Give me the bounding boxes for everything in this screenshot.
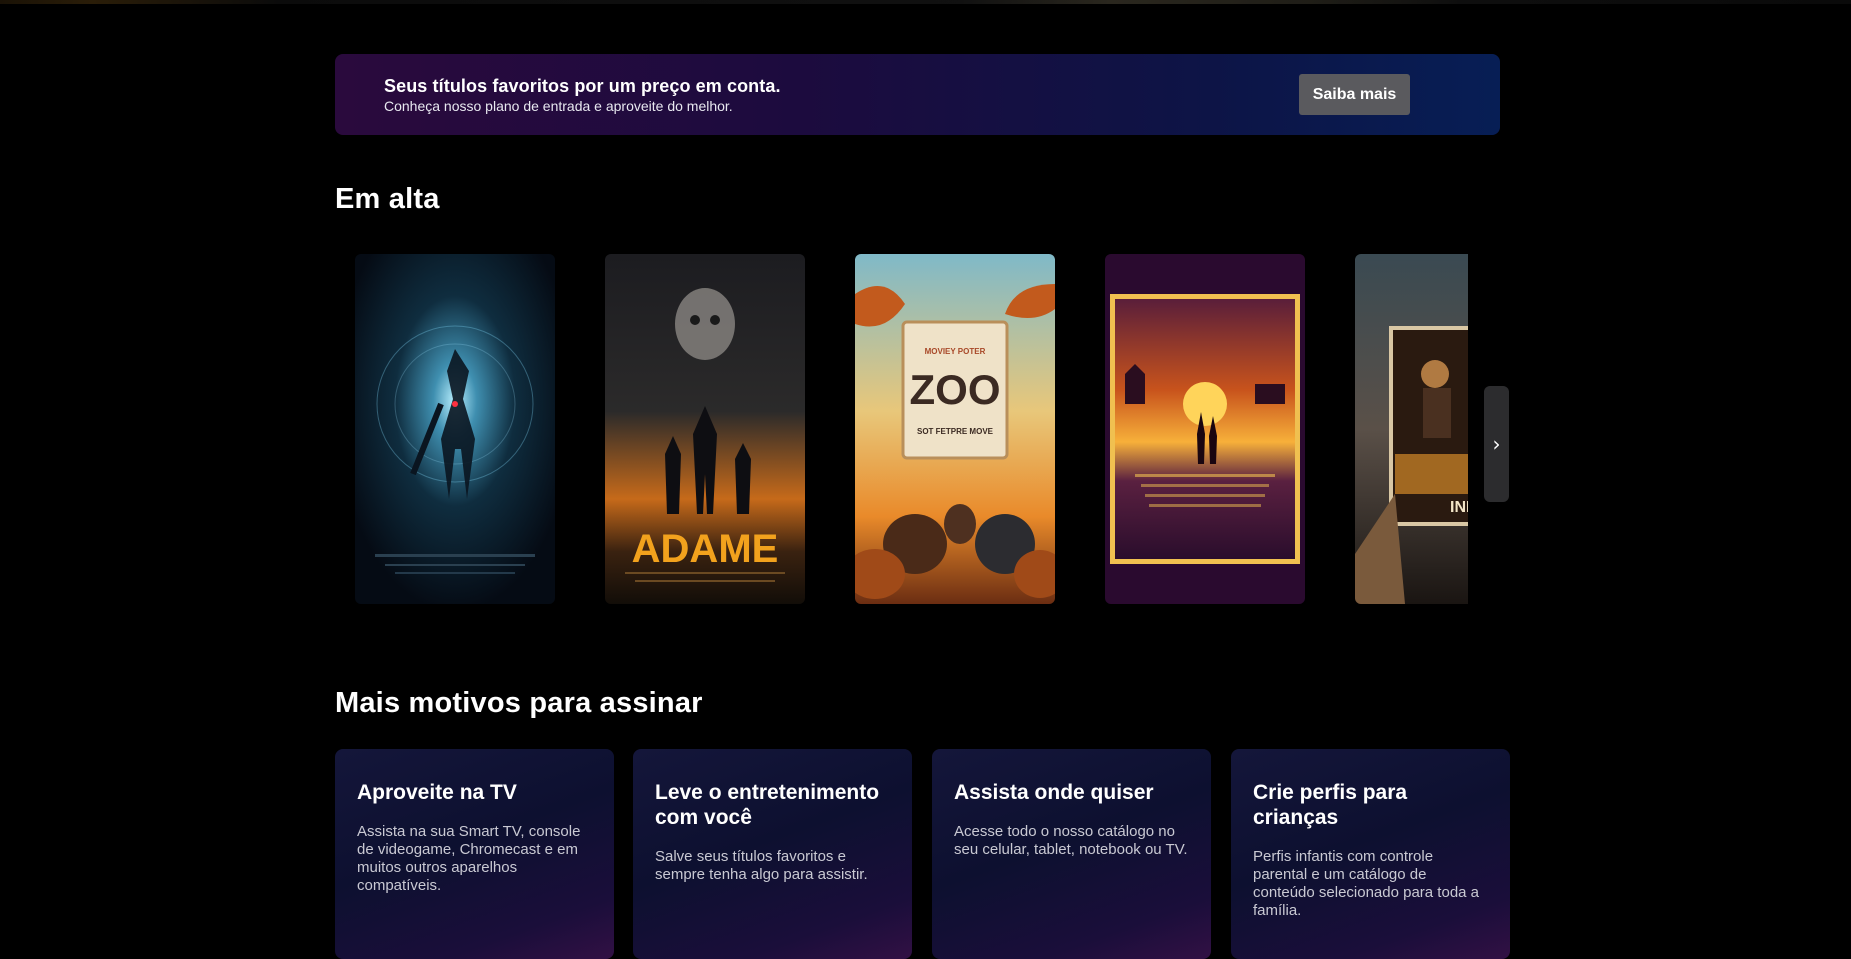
poster-scifi-warrior[interactable] [355,254,555,604]
reason-card-tv: Aproveite na TV Assista na sua Smart TV,… [335,749,614,959]
reasons-cards: Aproveite na TV Assista na sua Smart TV,… [335,749,1510,959]
reasons-title: Mais motivos para assinar [335,687,703,719]
reason-card-text: Perfis infantis com controle parental e … [1253,848,1480,919]
carousel-next-button[interactable]: › [1484,386,1509,502]
trending-carousel: ADAME MOVIEY POTER ZOO SOT FETPRE MOVE I… [335,254,1468,606]
reason-card-text: Acesse todo o nosso catálogo no seu celu… [954,823,1188,858]
promo-title: Seus títulos favoritos por um preço em c… [384,75,781,96]
poster-western-sunset[interactable] [1105,254,1305,604]
promo-banner: Seus títulos favoritos por um preço em c… [335,54,1500,135]
hero-bottom-edge [0,0,1851,4]
reason-card-anywhere: Assista onde quiser Acesse todo o nosso … [932,749,1211,959]
poster-india-title: INDIA BO [1450,499,1468,516]
reason-card-text: Salve seus títulos favoritos e sempre te… [655,848,868,883]
reason-card-text: Assista na sua Smart TV, console de vide… [357,823,581,894]
trending-title: Em alta [335,183,440,215]
poster-adame-title: ADAME [632,527,779,571]
reason-card-title: Crie perfis para crianças [1253,781,1408,829]
poster-zoo[interactable]: MOVIEY POTER ZOO SOT FETPRE MOVE [855,254,1055,604]
poster-zoo-title: ZOO [910,366,1001,413]
reason-card-mobile: Leve o entretenimento com você Salve seu… [633,749,912,959]
promo-subtitle: Conheça nosso plano de entrada e aprovei… [384,97,733,114]
reason-card-kids: Crie perfis para crianças Perfis infanti… [1231,749,1510,959]
promo-text: Seus títulos favoritos por um preço em c… [384,75,781,115]
reason-card-title: Assista onde quiser [954,781,1154,804]
poster-zoo-subtitle: MOVIEY POTER [925,347,986,356]
learn-more-button[interactable]: Saiba mais [1299,74,1410,115]
reason-card-title: Leve o entretenimento com você [655,781,880,829]
chevron-right-icon: › [1492,432,1501,456]
reason-card-title: Aproveite na TV [357,781,517,804]
poster-india-bo[interactable]: INDIA BO [1355,254,1468,604]
poster-adame[interactable]: ADAME [605,254,805,604]
poster-zoo-tagline: SOT FETPRE MOVE [917,427,994,436]
